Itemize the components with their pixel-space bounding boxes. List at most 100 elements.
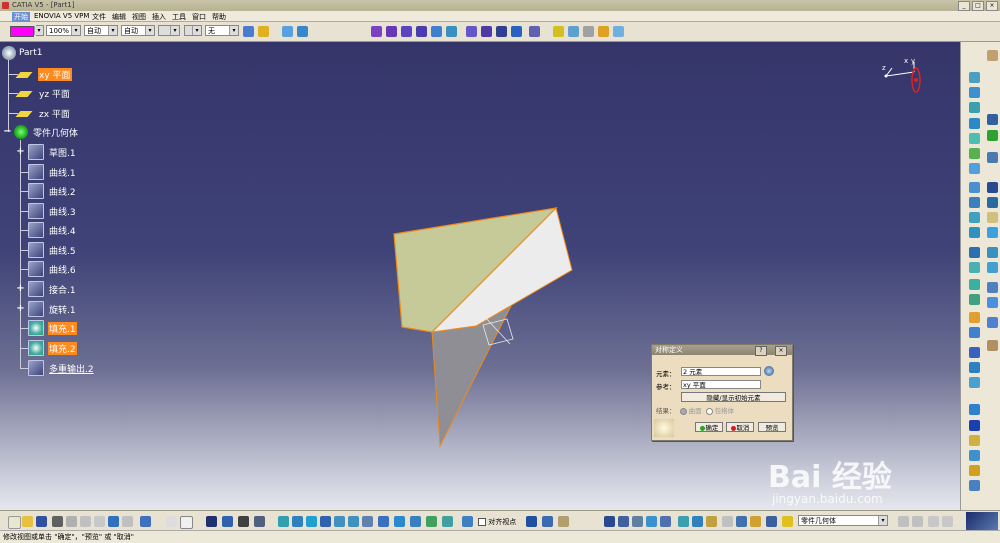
parameters-icon[interactable] [254, 516, 265, 527]
cursor-icon[interactable] [987, 114, 998, 125]
menu-window[interactable]: 窗口 [192, 12, 206, 22]
hide-show-icon[interactable] [426, 516, 437, 527]
sketch-icon[interactable] [282, 26, 293, 37]
affinity-icon[interactable] [969, 279, 980, 290]
body-icon[interactable] [526, 516, 537, 527]
insert-geometry-icon[interactable] [898, 516, 909, 527]
repetition-icon[interactable] [969, 347, 980, 358]
extrapolate-icon[interactable] [969, 294, 980, 305]
circle-icon[interactable] [969, 148, 980, 159]
copy-body-icon[interactable] [912, 516, 923, 527]
rough-offset-icon[interactable] [496, 26, 507, 37]
connect-check-icon[interactable] [678, 516, 689, 527]
dialog-help-button[interactable]: ? [755, 346, 767, 356]
datum-icon[interactable] [969, 362, 980, 373]
print-icon[interactable] [52, 516, 63, 527]
normal-view-icon[interactable] [362, 516, 373, 527]
connect-curve-icon[interactable] [987, 212, 998, 223]
transparency-combo[interactable]: 100% ▾ [46, 25, 81, 36]
iso-view-icon[interactable] [394, 516, 405, 527]
formula-icon[interactable] [583, 26, 594, 37]
extrude-icon[interactable] [371, 26, 382, 37]
draft-analysis-icon[interactable] [706, 516, 717, 527]
lock-icon[interactable] [558, 516, 569, 527]
sphere-icon[interactable] [401, 26, 412, 37]
zoom-out-icon[interactable] [348, 516, 359, 527]
line-thickness-combo[interactable]: 自动 ▾ [84, 25, 118, 36]
redo-icon[interactable] [122, 516, 133, 527]
zoom-in-icon[interactable] [334, 516, 345, 527]
sensors-icon[interactable] [238, 516, 249, 527]
paste-icon[interactable] [94, 516, 105, 527]
mapping-icon[interactable] [766, 516, 777, 527]
porcupine-icon[interactable] [722, 516, 733, 527]
layer-combo[interactable]: 无 ▾ [205, 25, 239, 36]
publish-icon[interactable] [222, 516, 233, 527]
menu-start[interactable]: 开始 [12, 12, 30, 22]
fill-icon[interactable] [446, 26, 457, 37]
color-swatch[interactable] [10, 26, 34, 37]
curve-analysis-icon[interactable] [646, 516, 657, 527]
projection-icon[interactable] [969, 118, 980, 129]
layer-combo-disabled[interactable]: ▾ [184, 25, 202, 36]
align-viewpoint-checkbox[interactable]: 对齐视点 [478, 517, 516, 527]
reference-field[interactable]: xy 平面 [681, 380, 761, 389]
axis-system-icon[interactable] [987, 282, 998, 293]
sweep-icon[interactable] [431, 26, 442, 37]
extract-icon[interactable] [969, 212, 980, 223]
rule-icon[interactable] [613, 26, 624, 37]
point-symbol-combo[interactable]: ▾ [158, 25, 180, 36]
brush-icon[interactable] [258, 26, 269, 37]
point-icon[interactable] [969, 72, 980, 83]
pattern-icon[interactable] [987, 297, 998, 308]
copy-icon[interactable] [80, 516, 91, 527]
insert-body-icon[interactable] [542, 516, 553, 527]
remove-body-icon[interactable] [942, 516, 953, 527]
magnifier-icon[interactable] [782, 516, 793, 527]
boolean-icon[interactable] [969, 327, 980, 338]
radio-volume[interactable] [705, 407, 713, 415]
knowledge-icon[interactable] [568, 26, 579, 37]
catalog-icon[interactable] [969, 377, 980, 388]
multi-section-icon[interactable] [529, 26, 540, 37]
symmetry-icon[interactable] [969, 262, 980, 273]
surface-analysis-icon[interactable] [660, 516, 671, 527]
line-icon[interactable] [969, 87, 980, 98]
comment-icon[interactable] [180, 516, 193, 529]
hide-show-initial-button[interactable]: 隐藏/显示初始元素 [681, 392, 786, 402]
stop-icon[interactable] [632, 516, 643, 527]
new-file-icon[interactable] [8, 516, 21, 529]
hand-tool-icon[interactable] [987, 50, 998, 61]
cancel-button[interactable]: ●取消 [726, 422, 754, 432]
annotation-icon[interactable] [969, 465, 980, 476]
light-icon[interactable] [750, 516, 761, 527]
menu-tools[interactable]: 工具 [172, 12, 186, 22]
fit-all-icon[interactable] [292, 516, 303, 527]
intersection-icon[interactable] [969, 133, 980, 144]
working-support-icon[interactable] [969, 450, 980, 461]
dots-grid-icon[interactable] [969, 420, 980, 431]
element-field[interactable]: 2 元素 [681, 367, 761, 376]
snap-icon[interactable] [969, 435, 980, 446]
table-icon[interactable] [206, 516, 217, 527]
radio-surface[interactable] [679, 407, 687, 415]
line-type-combo[interactable]: 自动 ▾ [121, 25, 155, 36]
plane-tool-icon[interactable] [969, 102, 980, 113]
current-body-combo[interactable]: 零件几何体 ▾ [798, 515, 888, 526]
menu-help[interactable]: 帮助 [212, 12, 226, 22]
edit-icon[interactable] [987, 152, 998, 163]
thickness-icon[interactable] [511, 26, 522, 37]
grid-icon[interactable] [969, 404, 980, 415]
3d-viewport[interactable]: Part1 xy 平面 yz 平面 zx 平面 − 零件几何体 + 草图.1 曲… [0, 42, 960, 510]
translate-icon[interactable] [969, 247, 980, 258]
whats-this-icon[interactable] [140, 516, 151, 527]
helix-icon[interactable] [969, 197, 980, 208]
offset-icon[interactable] [466, 26, 477, 37]
menu-view[interactable]: 视图 [132, 12, 146, 22]
menu-enovia[interactable]: ENOVIA V5 VPM [34, 12, 89, 20]
pan-icon[interactable] [306, 516, 317, 527]
polyline-icon[interactable] [987, 182, 998, 193]
instantiate-icon[interactable] [969, 480, 980, 491]
spline-icon[interactable] [969, 163, 980, 174]
ok-button[interactable]: ●确定 [695, 422, 723, 432]
